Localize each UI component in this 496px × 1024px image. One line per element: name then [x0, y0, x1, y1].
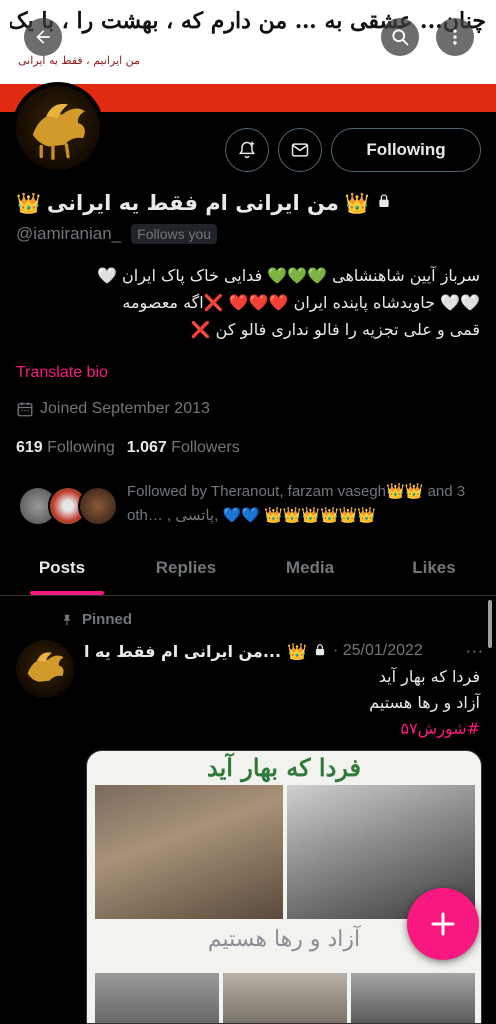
calendar-icon	[17, 402, 33, 417]
tab-likes[interactable]: Likes	[372, 540, 496, 595]
avatar	[78, 486, 118, 526]
notify-button[interactable]	[225, 128, 269, 172]
tab-posts[interactable]: Posts	[0, 540, 124, 595]
profile-bio: سرباز آیین شاهنشاهی 💚💚💚 فدایی خاک پاک ای…	[16, 262, 480, 343]
banner-subtext: من ایرانیم ، فقط یه ایرانی	[18, 54, 140, 67]
following-button[interactable]: Following	[331, 128, 481, 172]
tab-label: Media	[285, 557, 335, 577]
mutual-followers-avatars[interactable]	[18, 486, 118, 526]
scrollbar[interactable]	[488, 600, 492, 648]
followed-by-text[interactable]: Followed by Theranout, farzam vasegh👑👑 a…	[127, 480, 487, 528]
profile-avatar[interactable]	[12, 82, 104, 174]
tweet-avatar[interactable]	[16, 640, 74, 698]
tab-media[interactable]: Media	[248, 540, 372, 595]
following-stat[interactable]: 619 Following	[16, 439, 115, 457]
tweet-line: آزاد و رها هستیم	[369, 693, 480, 712]
crown-emoji: 👑	[16, 191, 41, 215]
bio-line: قمی و علی تجزیه را فالو نداری فالو کن ❌	[190, 320, 480, 339]
plus-icon	[431, 912, 455, 936]
bio-line: 🤍🤍 جاویدشاه پاینده ایران ❤️❤️❤️ ❌اگه معص…	[122, 293, 480, 312]
handle-row: @iamiranian_ Follows you	[16, 224, 218, 244]
tab-label: Replies	[155, 557, 217, 577]
following-label: Following	[47, 439, 115, 456]
media-photo	[351, 973, 475, 1023]
lock-icon	[313, 642, 327, 661]
more-icon	[453, 29, 457, 45]
translate-bio-link[interactable]: Translate bio	[16, 364, 108, 382]
tab-label: Likes	[412, 557, 456, 577]
media-title: فردا که بهار آید	[206, 753, 362, 782]
followers-count: 1.067	[126, 439, 167, 456]
tweet-author-name[interactable]: من ایرانی ام فقط یه ا...	[84, 642, 281, 661]
pin-icon	[63, 614, 71, 625]
display-name: من ایرانی ام فقط یه ایرانی	[46, 191, 339, 215]
follows-you-badge: Follows you	[131, 224, 218, 244]
media-photo	[95, 973, 219, 1023]
tweet-date[interactable]: · 25/01/2022	[333, 642, 423, 660]
tweet-header: من ایرانی ام فقط یه ا... 👑 · 25/01/2022 …	[84, 638, 484, 664]
media-photo	[223, 973, 347, 1023]
bio-line: سرباز آیین شاهنشاهی 💚💚💚 فدایی خاک پاک ای…	[97, 266, 480, 285]
joined-date: Joined September 2013	[40, 400, 210, 417]
media-photo	[95, 785, 283, 919]
back-button[interactable]	[24, 18, 62, 56]
display-name-row: 👑 من ایرانی ام فقط یه ایرانی 👑	[16, 186, 486, 220]
user-handle: @iamiranian_	[16, 224, 122, 243]
more-button[interactable]	[436, 18, 474, 56]
followers-label: Followers	[171, 439, 240, 456]
tab-label: Posts	[38, 557, 86, 577]
envelope-icon	[291, 143, 309, 157]
winged-lion-emblem-icon	[32, 103, 85, 160]
lock-icon	[376, 193, 392, 213]
tweet-line: فردا که بهار آید	[378, 667, 480, 686]
crown-emoji: 👑	[287, 641, 307, 661]
follow-stats: 619 Following 1.067 Followers	[16, 439, 240, 457]
tweet-text: فردا که بهار آید آزاد و رها هستیم #شورش۵…	[80, 664, 480, 742]
hashtag-link[interactable]: #شورش۵۷	[80, 716, 480, 742]
pinned-label: Pinned	[82, 611, 133, 628]
winged-lion-emblem-icon	[27, 652, 64, 682]
following-count: 619	[16, 439, 43, 456]
search-icon	[392, 29, 409, 46]
tweet-more-button[interactable]: ···	[466, 642, 484, 661]
arrow-left-icon	[36, 30, 50, 44]
crown-emoji: 👑	[344, 191, 370, 215]
joined-date-row: Joined September 2013	[16, 400, 210, 418]
tab-replies[interactable]: Replies	[124, 540, 248, 595]
message-button[interactable]	[278, 128, 322, 172]
pinned-indicator: Pinned	[60, 611, 132, 628]
compose-button[interactable]	[407, 888, 479, 960]
search-button[interactable]	[381, 18, 419, 56]
bell-plus-icon	[238, 141, 256, 159]
profile-tabs: Posts Replies Media Likes	[0, 540, 496, 596]
active-tab-indicator	[30, 591, 104, 595]
followers-stat[interactable]: 1.067 Followers	[127, 439, 240, 457]
tweet-media-image[interactable]: فردا که بهار آید آزاد و رها هستیم	[86, 750, 482, 1024]
